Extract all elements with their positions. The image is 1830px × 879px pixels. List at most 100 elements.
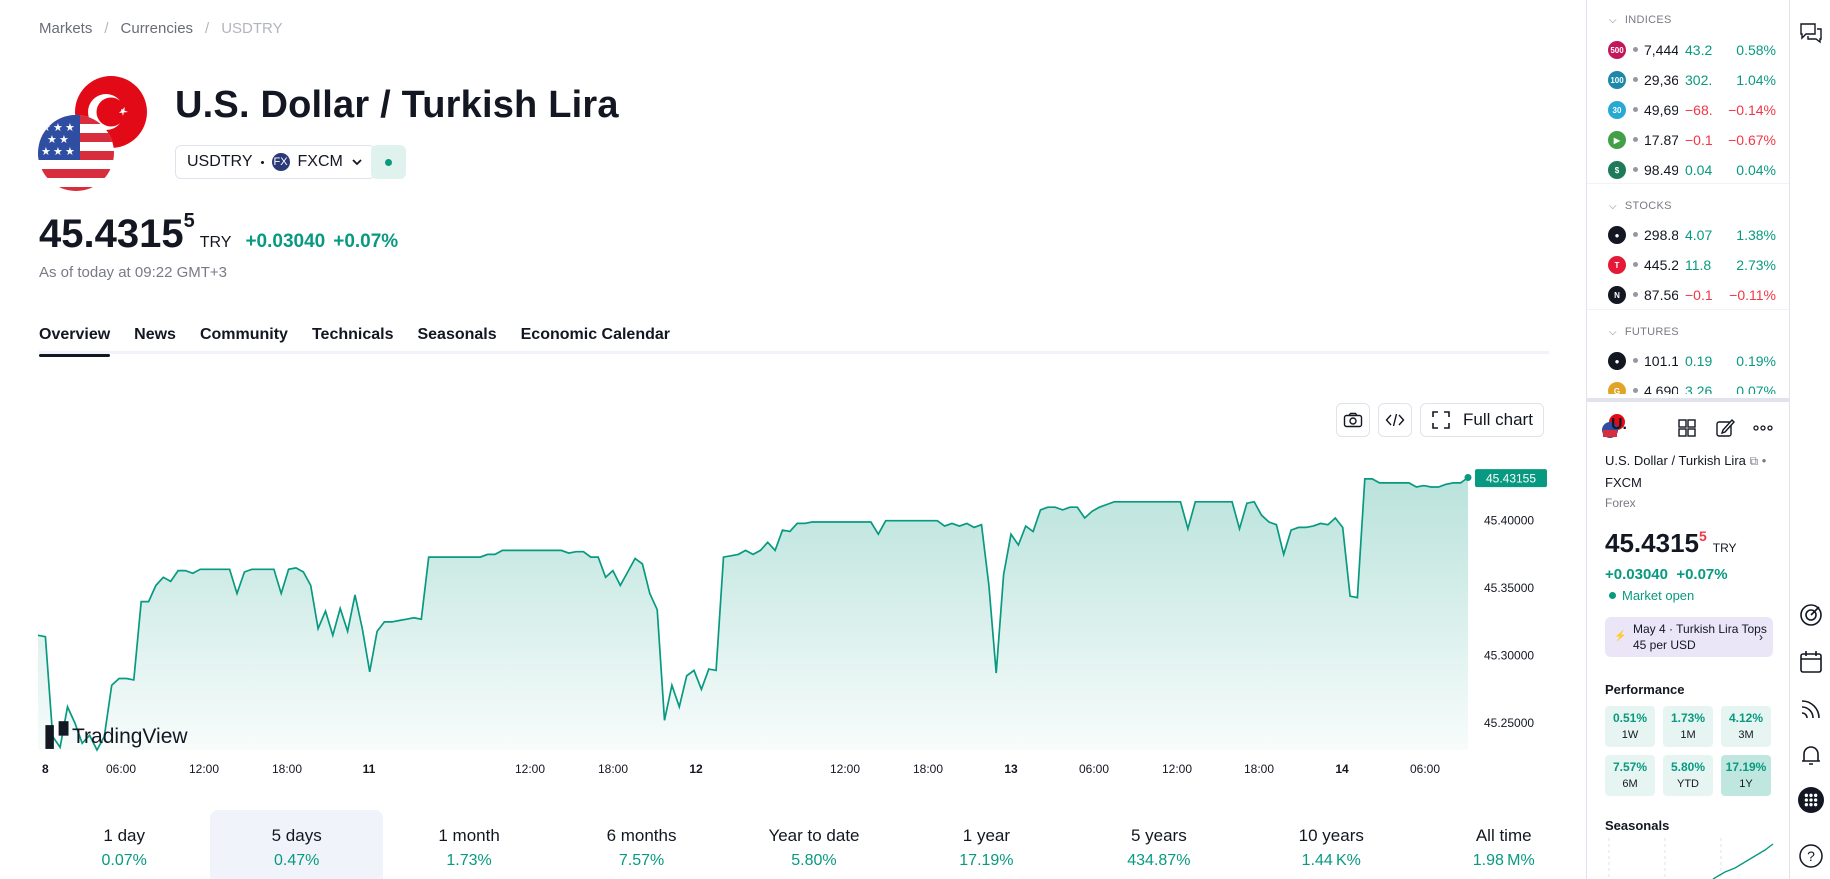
details-price-fraction: 5 [1698, 528, 1707, 544]
performance-title[interactable]: Performance [1605, 682, 1684, 697]
watchlist-row[interactable]: G 4.690 3.26 0.07% [1587, 376, 1790, 394]
performance-period: 1Y [1739, 778, 1753, 790]
last-price-tag-label: 45.43155 [1486, 472, 1536, 486]
price-change: +0.03040 [245, 231, 326, 252]
separator-dot: · [1665, 622, 1677, 636]
symbol-logo-icon: ● [1608, 352, 1626, 370]
market-open-dot [1609, 592, 1616, 599]
performance-period: 6M [1622, 778, 1638, 790]
watchlist-panel: ⌵ INDICES 500 7,444 43.2 0.58% 100 29,36 302. 1.… [1586, 0, 1790, 879]
details-name-block: U.S. Dollar / Turkish Lira ⧉ • FXCM [1605, 450, 1775, 494]
performance-value: 4.12% [1728, 711, 1764, 725]
performance-cell[interactable]: 7.57% 6M [1605, 755, 1655, 796]
target-button[interactable] [1798, 602, 1824, 628]
range-change: 7.57% [618, 852, 665, 869]
chat-button[interactable] [1798, 20, 1824, 46]
x-tick-label: 11 [363, 762, 376, 776]
range-change: 1.73% [446, 852, 492, 869]
symbol-selector[interactable]: USDTRY FX FXCM [175, 145, 375, 179]
watchlist-row[interactable]: ● 101.1 0.19 0.19% [1587, 346, 1790, 376]
range-option[interactable]: 10 years 1.44 K% [1245, 810, 1417, 879]
calendar-button[interactable] [1798, 649, 1824, 675]
market-status: Market open [1609, 588, 1694, 603]
performance-cell[interactable]: 1.73% 1M [1663, 706, 1713, 747]
x-tick-label: 12 [689, 762, 703, 776]
market-status-indicator[interactable] [371, 145, 406, 179]
performance-grid: 0.51% 1W 1.73% 1M 4.12% 3M 7.57% 6M 5.80% YTD 17.1… [1605, 706, 1775, 796]
range-option[interactable]: All time 1.98 M% [1418, 810, 1590, 879]
x-tick-label: 06:00 [1410, 762, 1440, 776]
range-option[interactable]: 6 months 7.57% [555, 810, 727, 879]
range-option[interactable]: 5 days 0.47% [210, 810, 383, 879]
breadcrumb-currencies[interactable]: Currencies [121, 20, 194, 37]
tab-seasonals[interactable]: Seasonals [417, 326, 496, 354]
alerts-button[interactable] [1798, 742, 1824, 768]
more-options-icon[interactable] [1752, 417, 1774, 439]
tab-overview[interactable]: Overview [39, 326, 111, 357]
performance-value: 17.19% [1725, 760, 1767, 774]
tab-bar: Overview News Community Technicals Seaso… [39, 326, 1549, 357]
external-link-icon[interactable]: ⧉ [1750, 454, 1759, 468]
tab-economic-calendar[interactable]: Economic Calendar [521, 326, 670, 354]
code-icon [1385, 413, 1405, 427]
page-title: U.S. Dollar / Turkish Lira [175, 84, 619, 126]
performance-period: 1W [1621, 729, 1639, 741]
apps-button[interactable] [1798, 787, 1824, 813]
tab-news[interactable]: News [134, 326, 176, 354]
range-option[interactable]: Year to date 5.80% [728, 810, 900, 879]
breadcrumb-separator: / [205, 20, 210, 37]
x-tick-label: 12:00 [1162, 762, 1192, 776]
svg-text:★: ★ [65, 145, 75, 158]
right-toolbar: ? [1789, 0, 1830, 879]
tab-technicals[interactable]: Technicals [312, 326, 394, 354]
performance-cell[interactable]: 17.19% 1Y [1721, 755, 1771, 796]
range-option[interactable]: 1 year 17.19% [900, 810, 1072, 879]
help-button[interactable]: ? [1798, 843, 1824, 869]
performance-cell[interactable]: 5.80% YTD [1663, 755, 1713, 796]
flash-icon: ⚡ [1614, 631, 1627, 642]
range-option[interactable]: 1 month 1.73% [383, 810, 555, 879]
tab-community[interactable]: Community [200, 326, 288, 354]
price-change-percent: +0.07% [333, 231, 399, 252]
x-tick-label: 13 [1004, 762, 1018, 776]
range-label: 10 years [1298, 826, 1364, 845]
symbol-overview: Markets / Currencies / USDTRY ★ ★ ★ ★ ★ … [0, 0, 1586, 879]
target-icon [1800, 604, 1822, 626]
full-chart-label: Full chart [1463, 410, 1533, 429]
chart-toolbar: Full chart [1336, 403, 1544, 437]
news-card[interactable]: ⚡ May 4 · Turkish Lira Tops 45 per USD › [1605, 617, 1773, 657]
breadcrumb-markets[interactable]: Markets [39, 20, 92, 37]
performance-cell[interactable]: 4.12% 3M [1721, 706, 1771, 747]
range-selector: 1 day 0.07% 5 days 0.47% 1 month 1.73% 6 month… [38, 810, 1590, 879]
range-option[interactable]: 5 years 434.87% [1073, 810, 1245, 879]
full-chart-button[interactable]: Full chart [1420, 403, 1544, 437]
price-block: 45.4315 5 TRY +0.03040 +0.07% [39, 210, 406, 257]
chat-icon [1800, 23, 1822, 44]
tradingview-watermark: ❚▘ TradingView [40, 720, 188, 749]
chevron-down-icon [352, 159, 362, 166]
currency-flags-icon: ★ ★ ★ ★ ★ ★ ★ ★ [38, 76, 147, 191]
x-tick-label: 8 [42, 762, 49, 776]
layout-grid-icon[interactable] [1676, 417, 1698, 439]
bell-icon [1802, 746, 1820, 765]
seasonals-title[interactable]: Seasonals [1605, 818, 1669, 833]
embed-button[interactable] [1378, 403, 1412, 437]
details-type: Forex [1605, 496, 1636, 510]
edit-note-icon[interactable] [1714, 417, 1736, 439]
snapshot-button[interactable] [1336, 403, 1370, 437]
performance-cell[interactable]: 0.51% 1W [1605, 706, 1655, 747]
fullscreen-icon [1432, 411, 1450, 429]
separator-dot [260, 160, 264, 164]
range-option[interactable]: 1 day 0.07% [38, 810, 210, 879]
price-chart[interactable]: 45.40000 45.35000 45.30000 45.25000 8 06:00 1… [38, 450, 1550, 780]
svg-text:★: ★ [53, 145, 63, 158]
details-symbol[interactable]: U. [1611, 416, 1627, 434]
broadcast-icon [1801, 700, 1820, 719]
page: Markets / Currencies / USDTRY ★ ★ ★ ★ ★ … [0, 0, 1830, 879]
price-timestamp: As of today at 09:22 GMT+3 [39, 264, 228, 281]
performance-value: 1.73% [1670, 711, 1706, 725]
range-change: 434.87% [1127, 852, 1191, 869]
ideas-stream-button[interactable] [1798, 696, 1824, 722]
details-name[interactable]: U.S. Dollar / Turkish Lira [1605, 453, 1746, 468]
separator-dot: • [1761, 453, 1767, 468]
